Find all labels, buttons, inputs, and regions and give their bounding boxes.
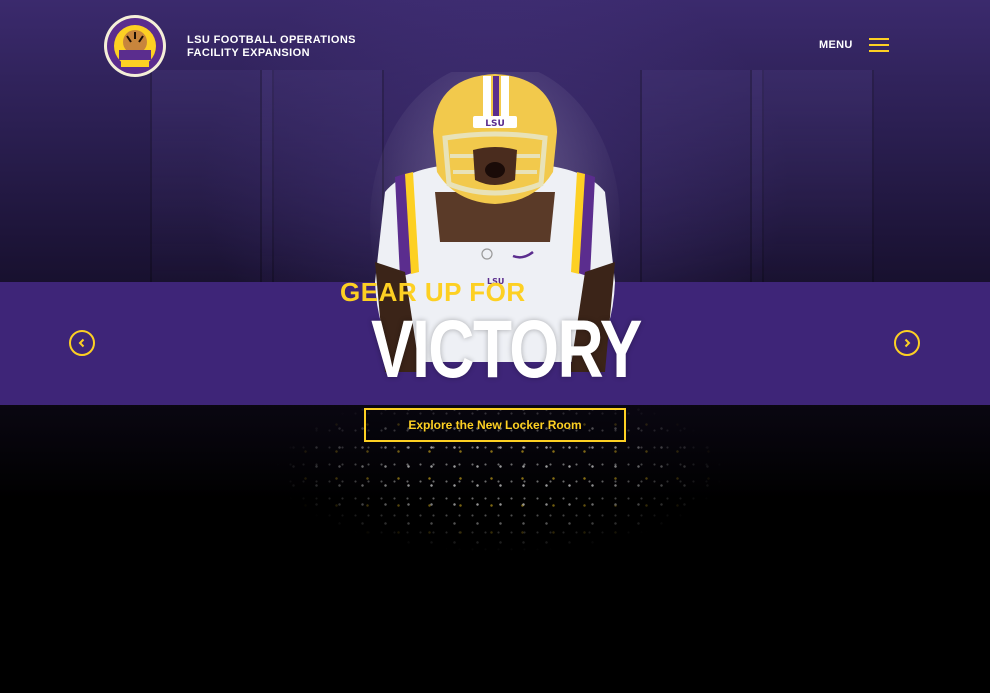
site-title[interactable]: LSU FOOTBALL OPERATIONS FACILITY EXPANSI… (187, 34, 356, 60)
slider-prev-button[interactable] (69, 330, 95, 356)
explore-locker-room-button[interactable]: Explore the New Locker Room (364, 408, 626, 442)
chevron-left-icon (78, 338, 85, 348)
site-title-line1: LSU FOOTBALL OPERATIONS (187, 34, 356, 46)
site-title-line2: FACILITY EXPANSION (187, 47, 310, 59)
hero-headline: VICTORY (371, 304, 642, 395)
tiger-athletic-foundation-logo[interactable] (103, 14, 167, 78)
chevron-right-icon (904, 338, 911, 348)
svg-text:LSU: LSU (485, 119, 505, 129)
locker-background (150, 70, 274, 300)
hamburger-icon (868, 38, 889, 52)
menu-label: MENU (819, 39, 853, 51)
menu-button[interactable]: MENU (819, 38, 889, 52)
locker-background (750, 70, 874, 300)
locker-background (640, 70, 764, 300)
slider-next-button[interactable] (894, 330, 920, 356)
